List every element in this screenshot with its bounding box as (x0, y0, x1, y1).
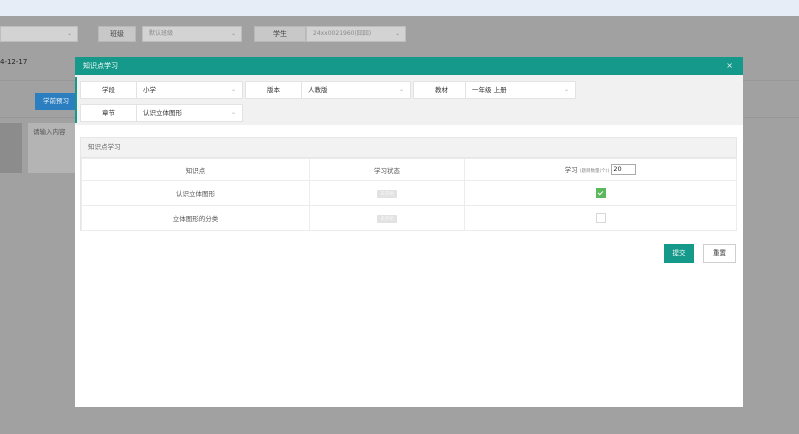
table-row: 立体图形的分类 未开始 (81, 205, 737, 231)
modal-header: 知识点学习 × (75, 57, 743, 75)
textbook-select-value: 一年级 上册 (472, 86, 507, 94)
bg-class-select[interactable]: 默认班级 ⌄ (142, 26, 242, 42)
panel-header: 知识点学习 (81, 138, 736, 158)
status-badge: 未开始 (377, 189, 397, 198)
chapter-select[interactable]: 认识立体图形 ⌄ (136, 104, 243, 122)
col-study-label: 学习 (564, 165, 578, 174)
knowledge-panel: 知识点学习 知识点 学习状态 学习 (题目数量(个)) 20 认识立体图形 未开… (80, 137, 737, 231)
bg-side-box (0, 123, 22, 173)
knowledge-modal: 知识点学习 × 学段 小学 ⌄ 版本 人教版 ⌄ 教材 一年级 上册 ⌄ 章节 … (75, 57, 743, 407)
edition-select[interactable]: 人教版 ⌄ (301, 81, 411, 99)
study-checkbox[interactable] (595, 188, 606, 198)
table-header-row: 知识点 学习状态 学习 (题目数量(个)) 20 (81, 158, 737, 181)
bg-student-select[interactable]: 24xx0021960(囧囧) ⌄ (306, 26, 406, 42)
bg-student-select-value: 24xx0021960(囧囧) (313, 30, 372, 37)
chevron-down-icon: ⌄ (230, 86, 236, 93)
chevron-down-icon: ⌄ (230, 30, 236, 37)
col-knowledge-point: 知识点 (81, 158, 310, 181)
row-check-cell (464, 205, 737, 231)
panel-title: 知识点学习 (88, 143, 121, 151)
table-row: 认识立体图形 未开始 (81, 180, 737, 206)
chevron-down-icon: ⌄ (66, 30, 72, 37)
knowledge-table: 知识点 学习状态 学习 (题目数量(个)) 20 认识立体图形 未开始 立体图形… (81, 158, 737, 231)
reset-button[interactable]: 重置 (703, 244, 736, 263)
submit-button[interactable]: 提交 (664, 244, 694, 263)
row-check-cell (464, 180, 737, 206)
bg-date-text: 4-12-17 (0, 58, 28, 66)
stage-select[interactable]: 小学 ⌄ (136, 81, 243, 99)
chevron-down-icon: ⌄ (230, 109, 236, 116)
question-count-input[interactable]: 20 (611, 164, 637, 176)
chapter-label: 章节 (80, 104, 137, 122)
status-badge: 未开始 (377, 214, 397, 223)
browser-top-bar (0, 0, 799, 16)
row-knowledge-name: 立体图形的分类 (81, 205, 310, 231)
bg-class-select-value: 默认班级 (149, 30, 174, 37)
bg-left-select[interactable]: ⌄ (0, 26, 78, 42)
study-checkbox[interactable] (595, 213, 606, 223)
chapter-select-value: 认识立体图形 (143, 109, 182, 117)
chevron-down-icon: ⌄ (394, 30, 400, 37)
edition-label: 版本 (245, 81, 302, 99)
close-icon[interactable]: × (726, 57, 733, 75)
bg-content-textarea[interactable]: 请输入内容 (28, 123, 78, 173)
edition-select-value: 人教版 (308, 86, 328, 94)
filter-accent-bar (75, 77, 77, 123)
textbook-select[interactable]: 一年级 上册 ⌄ (465, 81, 576, 99)
chevron-down-icon: ⌄ (563, 86, 569, 93)
col-study: 学习 (题目数量(个)) 20 (464, 158, 737, 181)
stage-label: 学段 (80, 81, 137, 99)
stage-select-value: 小学 (143, 86, 156, 94)
col-study-sub: (题目数量(个)) (579, 168, 610, 174)
bg-student-label: 学生 (254, 26, 306, 42)
row-knowledge-name: 认识立体图形 (81, 180, 310, 206)
bg-class-label: 班级 (98, 26, 136, 42)
col-status: 学习状态 (309, 158, 465, 181)
chevron-down-icon: ⌄ (398, 86, 404, 93)
textbook-label: 教材 (413, 81, 470, 99)
row-status-cell: 未开始 (309, 205, 465, 231)
modal-title: 知识点学习 (83, 62, 118, 70)
row-status-cell: 未开始 (309, 180, 465, 206)
bg-preview-button[interactable]: 学前预习 (35, 93, 77, 110)
